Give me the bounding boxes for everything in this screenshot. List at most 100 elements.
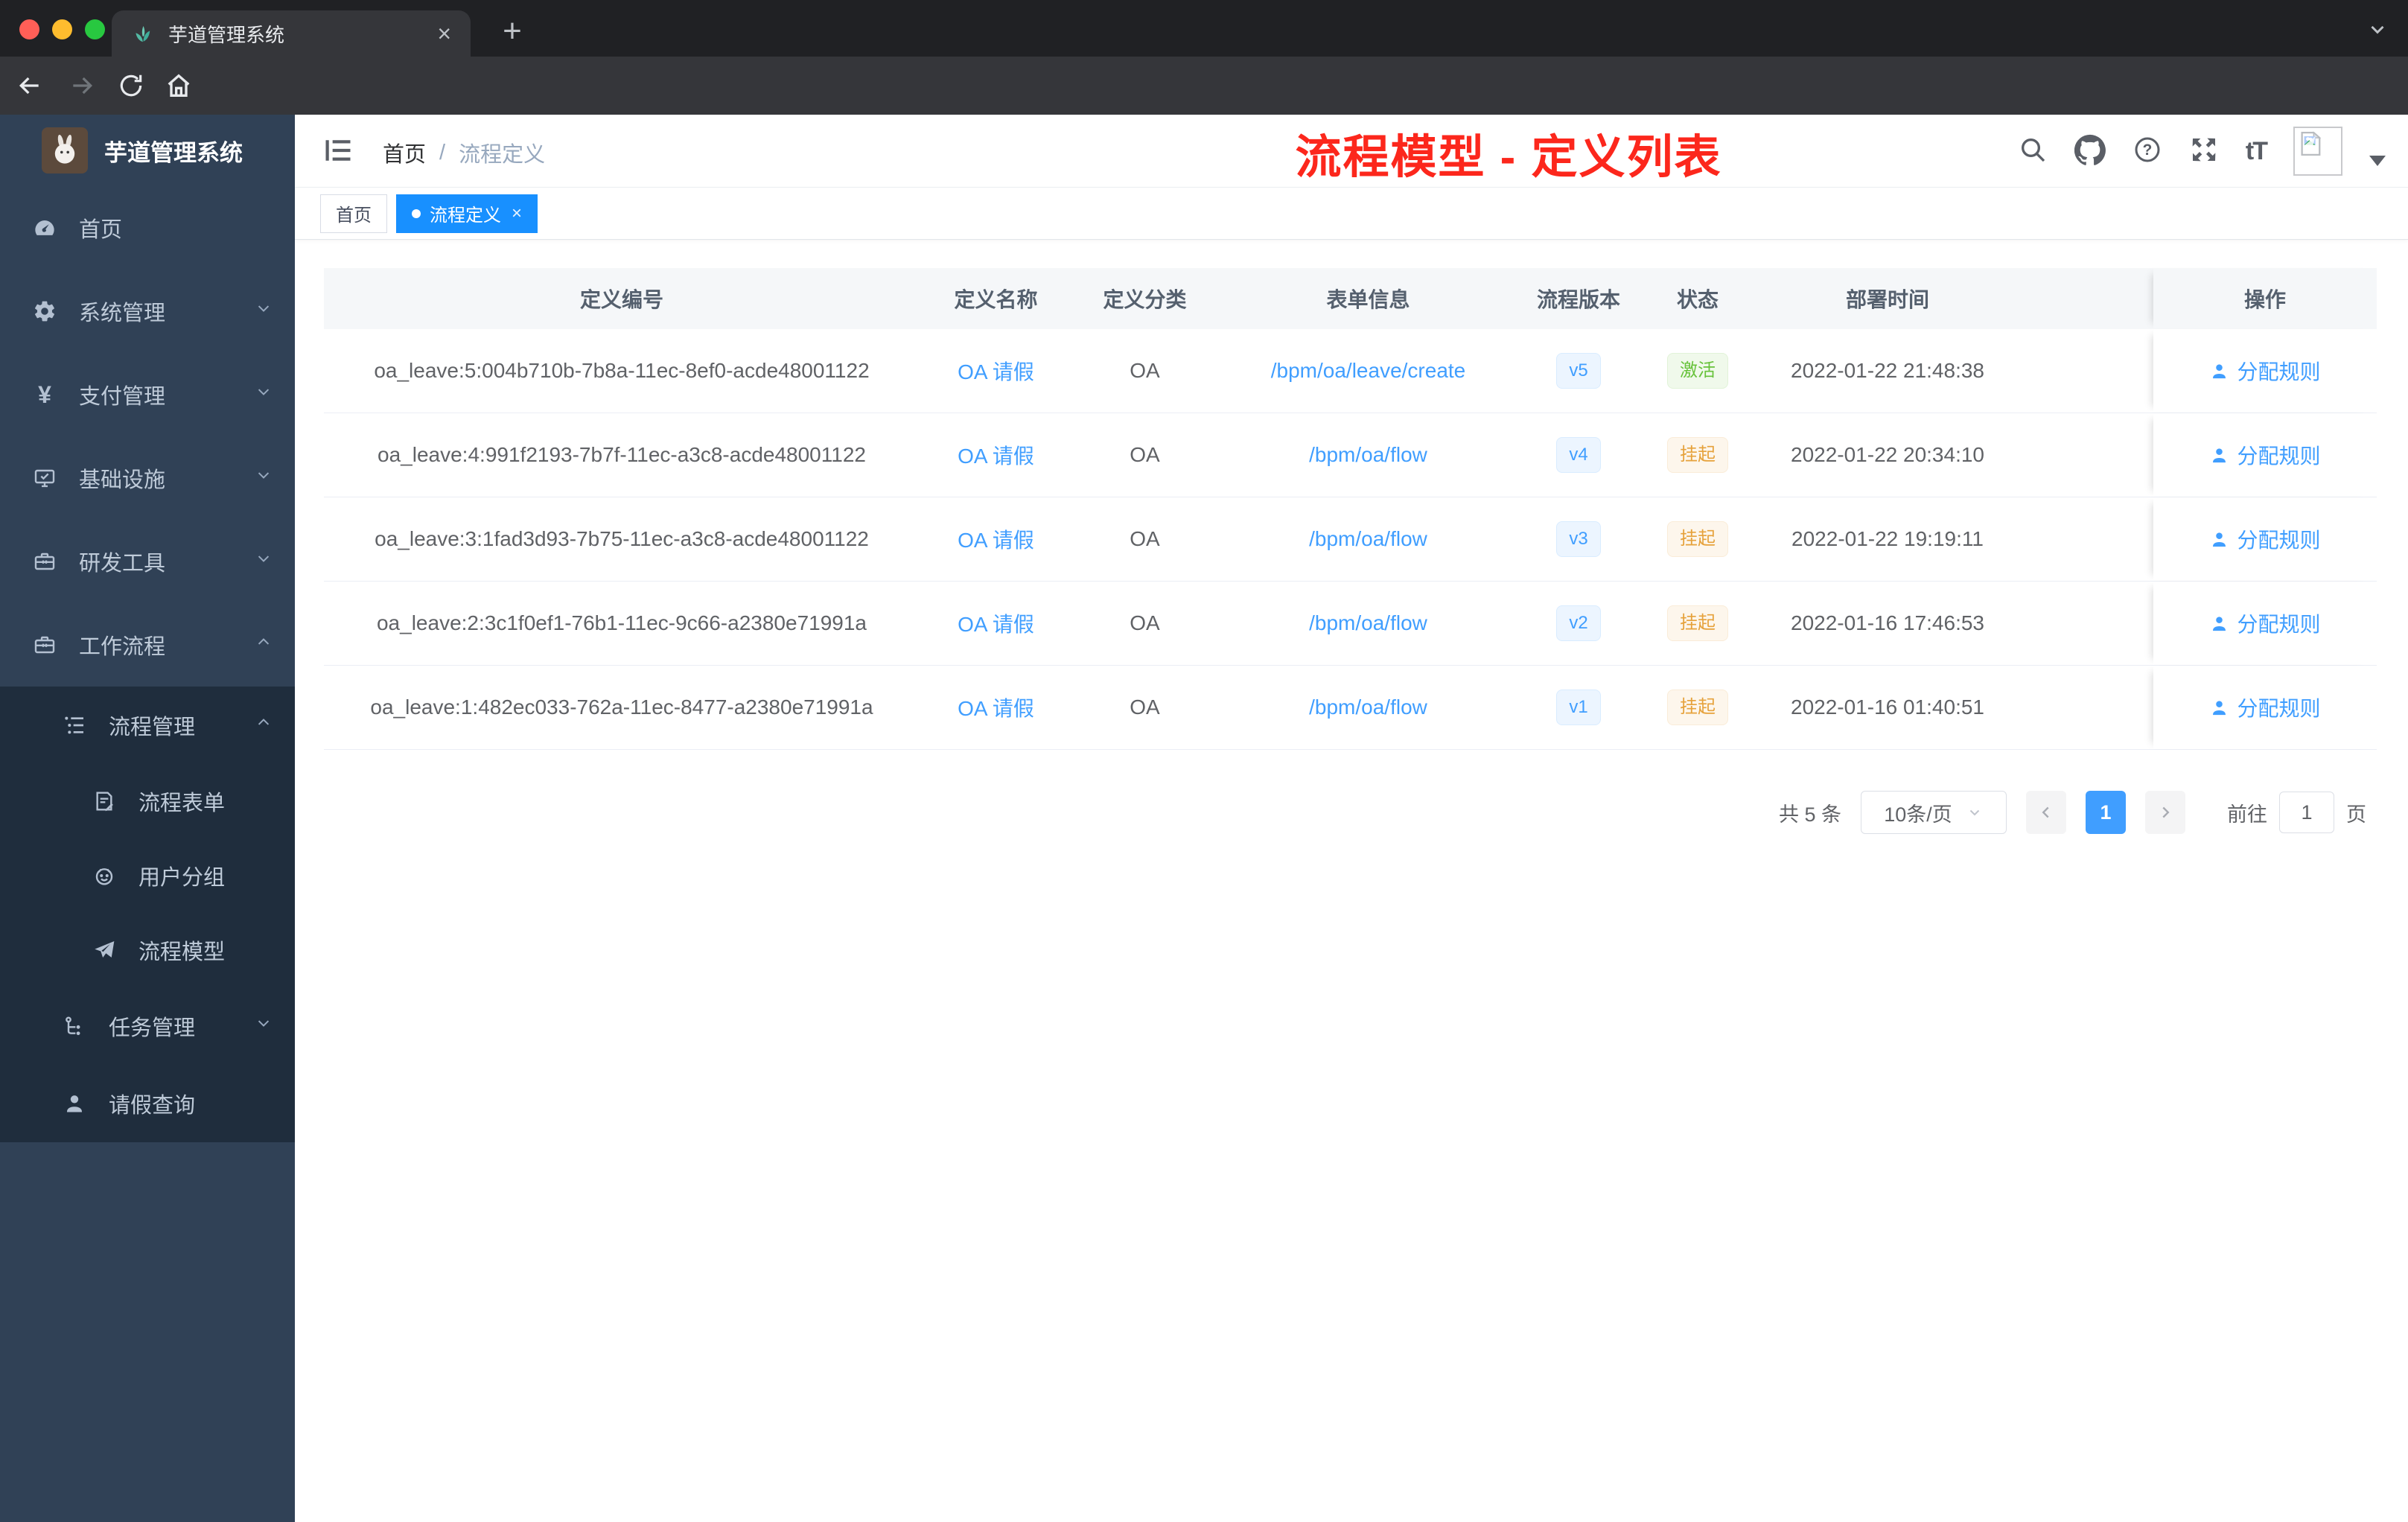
fullscreen-icon[interactable] [2189,135,2219,168]
definition-name-link[interactable]: OA 请假 [958,360,1034,383]
prev-page-button[interactable] [2026,791,2066,834]
definition-name-link[interactable]: OA 请假 [958,613,1034,636]
search-icon[interactable] [2018,135,2048,168]
sidebar-item-label: 流程模型 [138,940,226,964]
col-header-status: 状态 [1676,288,1719,311]
sidebar-item-home[interactable]: 首页 [0,186,295,270]
breadcrumb-separator: / [439,140,446,165]
hamburger-icon[interactable] [322,134,354,171]
tag-process-definition[interactable]: 流程定义 × [396,194,538,233]
reload-icon[interactable] [113,68,149,104]
window-close-button[interactable] [19,19,39,39]
browser-tab[interactable]: 芋道管理系统 × [112,10,471,57]
page-size-select[interactable]: 10条/页 [1861,791,2007,834]
col-header-form: 表单信息 [1326,288,1410,311]
tags-bar: 首页 流程定义 × [295,188,2408,240]
next-page-button[interactable] [2145,791,2185,834]
sidebar-item-process-form[interactable]: 流程表单 [0,764,295,838]
sidebar-item-system[interactable]: 系统管理 [0,270,295,353]
sidebar-item-payment[interactable]: ¥ 支付管理 [0,353,295,436]
form-link[interactable]: /bpm/oa/flow [1309,611,1427,634]
goto-page-input[interactable] [2279,792,2334,833]
sidebar-item-label: 请假查询 [109,1094,196,1118]
tab-title: 芋道管理系统 [168,23,285,46]
definition-id: oa_leave:1:482ec033-762a-11ec-8477-a2380… [370,695,873,719]
form-link[interactable]: /bpm/oa/leave/create [1271,359,1466,382]
definition-id: oa_leave:4:991f2193-7b7f-11ec-a3c8-acde4… [378,443,866,466]
sidebar-item-user-group[interactable]: 用户分组 [0,838,295,913]
definition-id: oa_leave:3:1fad3d93-7b75-11ec-a3c8-acde4… [375,527,869,550]
tag-home[interactable]: 首页 [320,194,387,233]
assign-rule-button[interactable]: 分配规则 [2209,608,2321,638]
tab-close-icon[interactable]: × [437,22,451,45]
status-badge: 挂起 [1667,690,1728,725]
assign-rule-button[interactable]: 分配规则 [2209,440,2321,470]
screen: 芋道管理系统 × + 不安全 dashboard.yudao.iocoder.c… [0,0,2408,1522]
table-header-row: 定义编号 定义名称 定义分类 表单信息 流程版本 状态 部署时间 操作 [324,268,2377,329]
page-unit-label: 页 [2346,803,2366,826]
dashboard-icon [33,216,57,240]
select-chevron-icon [1969,809,1979,816]
active-dot-icon [412,208,421,218]
face-icon [92,864,116,888]
sidebar-item-label: 用户分组 [138,866,226,890]
github-icon[interactable] [2074,134,2106,169]
app-logo-avatar [42,127,88,173]
sidebar-item-infrastructure[interactable]: 基础设施 [0,436,295,520]
definition-category: OA [1130,695,1160,719]
forward-icon[interactable] [64,68,100,104]
form-link[interactable]: /bpm/oa/flow [1309,695,1427,719]
assign-rule-button[interactable]: 分配规则 [2209,356,2321,386]
sidebar-menu: 首页 系统管理 ¥ 支付管理 基础设施 研发工具 工作流程 流程管理 流程表单 … [0,186,295,1142]
window-zoom-button[interactable] [85,19,105,39]
form-link[interactable]: /bpm/oa/flow [1309,527,1427,550]
sidebar-item-label: 支付管理 [79,385,166,409]
font-size-icon[interactable]: tT [2246,137,2268,166]
home-icon[interactable] [161,68,197,104]
form-link[interactable]: /bpm/oa/flow [1309,443,1427,466]
definition-name-link[interactable]: OA 请假 [958,529,1034,552]
tag-close-icon[interactable]: × [512,204,522,223]
definition-category: OA [1130,611,1160,634]
sidebar-item-task-management[interactable]: 任务管理 [0,987,295,1065]
back-icon[interactable] [12,68,48,104]
table-row: oa_leave:1:482ec033-762a-11ec-8477-a2380… [324,666,2377,750]
assign-rule-button[interactable]: 分配规则 [2209,524,2321,554]
current-page-button[interactable]: 1 [2086,791,2126,834]
definition-category: OA [1130,443,1160,466]
version-badge: v4 [1556,437,1601,473]
deploy-time: 2022-01-22 21:48:38 [1791,359,1984,382]
avatar-caret-icon[interactable] [2369,156,2386,166]
definition-table: 定义编号 定义名称 定义分类 表单信息 流程版本 状态 部署时间 操作 oa_l… [324,268,2377,750]
sidebar-item-label: 首页 [79,218,123,242]
breadcrumb-home[interactable]: 首页 [383,137,426,168]
definition-name-link[interactable]: OA 请假 [958,445,1034,468]
deploy-time: 2022-01-22 19:19:11 [1791,527,1984,550]
deploy-time: 2022-01-16 17:46:53 [1791,611,1984,634]
tag-label: 首页 [336,206,372,226]
paper-plane-icon [92,938,116,962]
sidebar-item-devtools[interactable]: 研发工具 [0,520,295,603]
favicon-plant-icon [131,22,155,45]
col-header-version: 流程版本 [1536,288,1620,311]
help-icon[interactable]: ? [2133,135,2162,168]
window-minimize-button[interactable] [52,19,72,39]
sidebar-logo[interactable]: 芋道管理系统 [0,115,295,186]
pagination: 共 5 条 10条/页 1 前往 页 [1779,791,2366,834]
sidebar-item-process-management[interactable]: 流程管理 [0,687,295,764]
assign-rule-button[interactable]: 分配规则 [2209,692,2321,722]
definition-category: OA [1130,359,1160,382]
browser-toolbar: 不安全 dashboard.yudao.iocoder.cn /bpm/mana… [0,57,2408,165]
status-badge: 挂起 [1667,605,1728,641]
definition-name-link[interactable]: OA 请假 [958,697,1034,720]
col-header-actions: 操作 [2153,268,2377,329]
new-tab-button[interactable]: + [491,10,533,52]
breadcrumb: 首页 / 流程定义 [383,137,545,168]
sidebar-item-process-model[interactable]: 流程模型 [0,913,295,987]
sidebar-item-leave-query[interactable]: 请假查询 [0,1065,295,1142]
tab-search-chevron-icon[interactable] [2366,18,2389,44]
total-count: 共 5 条 [1778,803,1841,826]
sidebar-item-workflow[interactable]: 工作流程 [0,603,295,687]
chevron-right-icon [2162,806,2170,818]
avatar-broken-image[interactable] [2293,127,2342,176]
